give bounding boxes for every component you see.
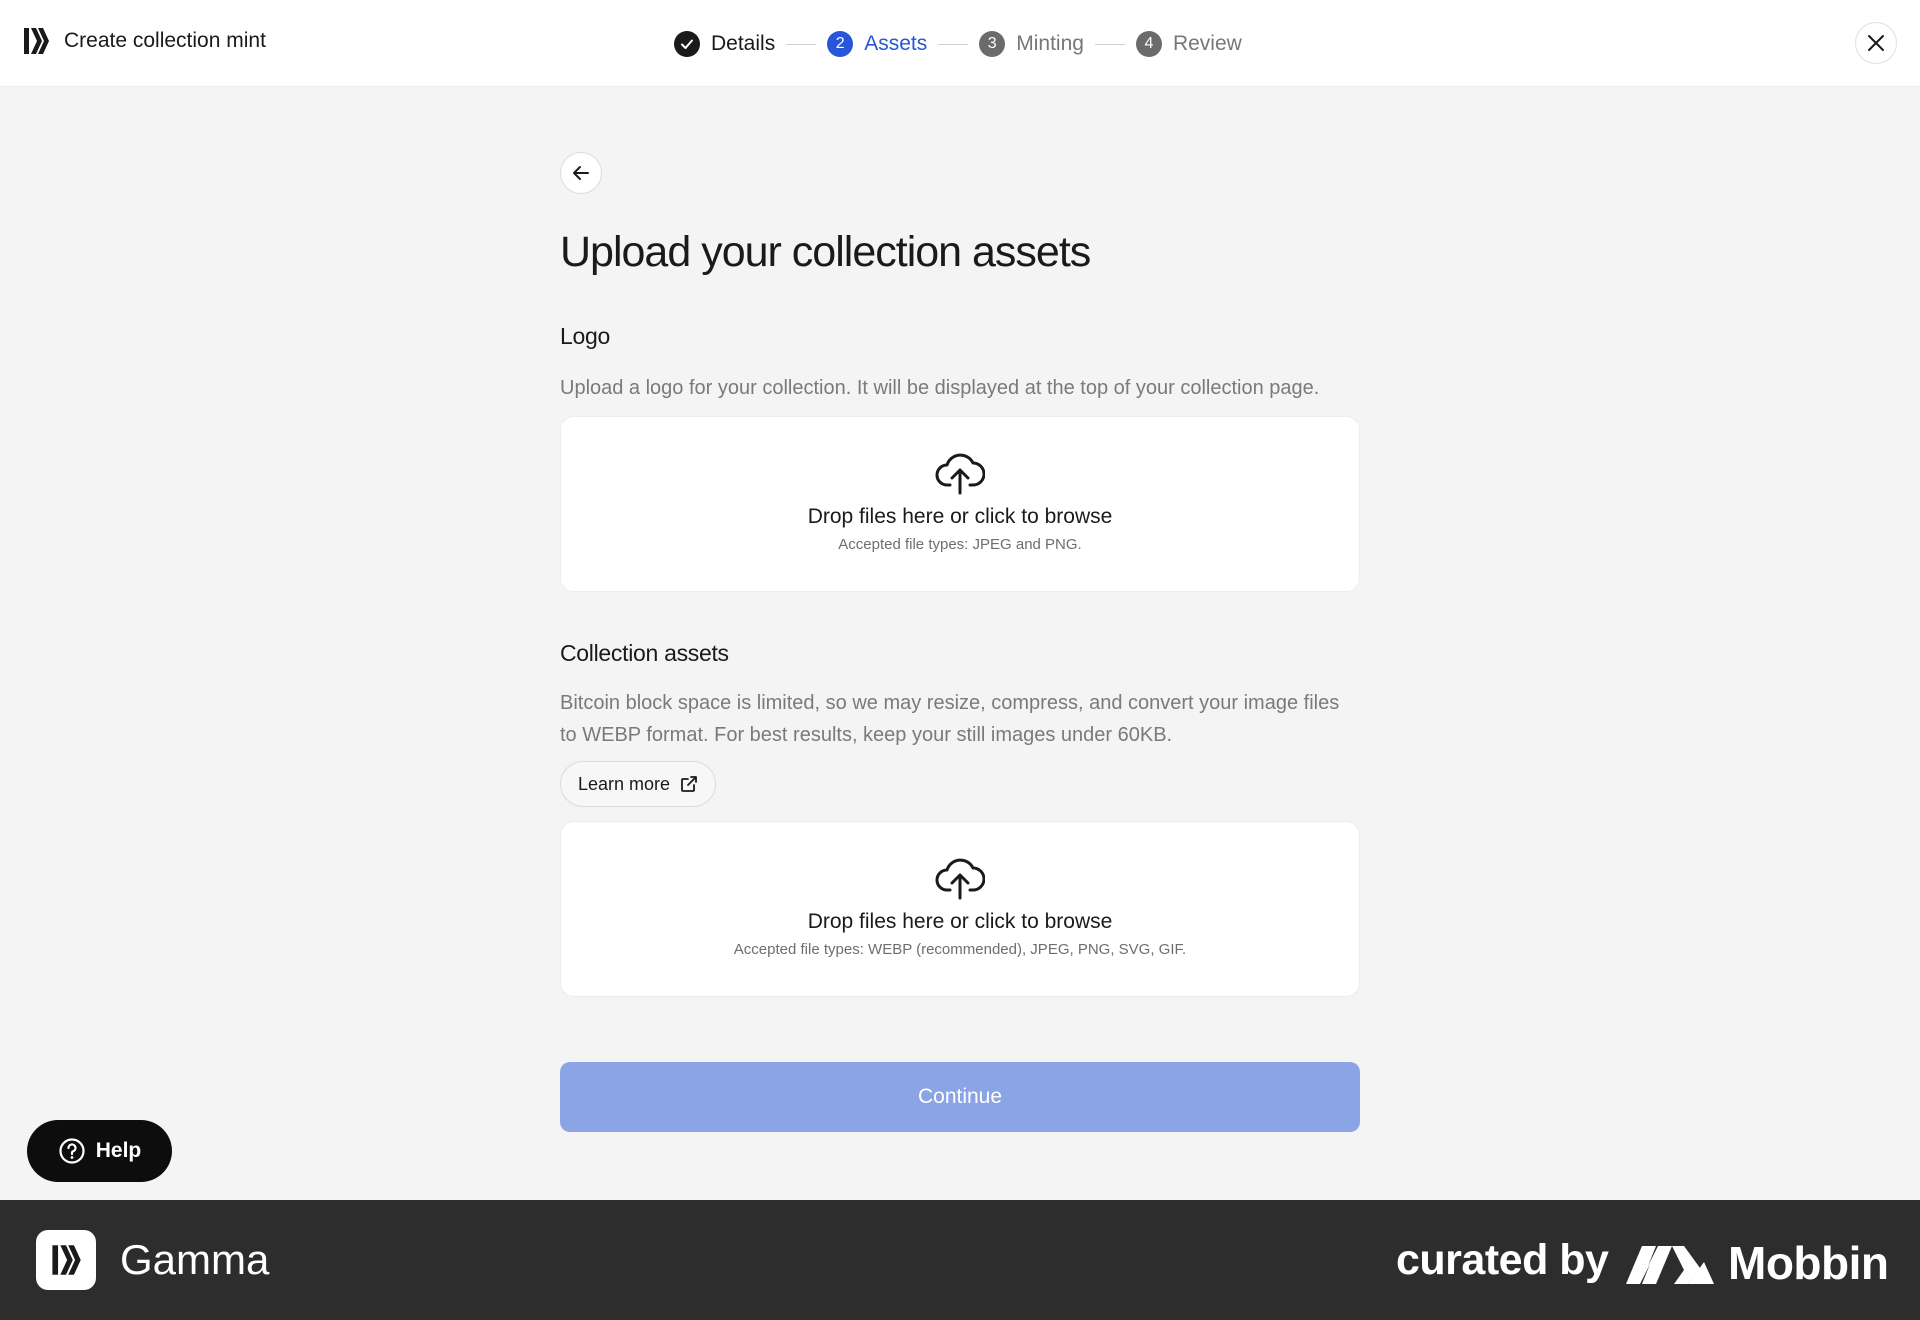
step-review[interactable]: 4 Review	[1135, 31, 1242, 57]
arrow-left-icon	[573, 166, 589, 180]
help-button[interactable]: Help	[27, 1120, 172, 1182]
step-number-minting: 3	[979, 31, 1006, 57]
learn-more-label: Learn more	[578, 773, 671, 794]
page-title-header: Create collection mint	[64, 29, 266, 52]
step-label-review: Review	[1172, 32, 1242, 55]
step-number-assets: 2	[827, 31, 854, 57]
continue-button[interactable]: Continue	[560, 1062, 1360, 1132]
external-link-icon	[681, 776, 697, 792]
close-button[interactable]	[1855, 22, 1897, 64]
assets-section-description: Bitcoin block space is limited, so we ma…	[560, 692, 1340, 746]
cloud-upload-icon	[935, 858, 985, 900]
gamma-app-icon	[36, 1230, 96, 1290]
step-divider	[938, 43, 969, 45]
footer-mobbin-name: Mobbin	[1728, 1237, 1889, 1289]
help-label: Help	[95, 1139, 142, 1162]
dropzone-label: Drop files here or click to browse	[807, 910, 1113, 933]
logo-section-title: Logo	[560, 323, 610, 349]
main-content: Upload your collection assets Logo Uploa…	[560, 152, 1360, 1132]
mobbin-logo-icon	[1626, 1246, 1714, 1284]
step-divider	[786, 43, 817, 45]
back-button[interactable]	[560, 152, 602, 194]
help-circle-icon	[59, 1138, 85, 1164]
footer-mobbin: Mobbin	[1626, 1236, 1889, 1290]
step-label-details: Details	[711, 32, 776, 55]
logo-dropzone[interactable]: Drop files here or click to browse Accep…	[560, 416, 1360, 592]
footer-curated-by: curated by	[1396, 1236, 1609, 1284]
step-details[interactable]: Details	[674, 31, 775, 57]
learn-more-button[interactable]: Learn more	[560, 761, 717, 807]
footer-app-name: Gamma	[120, 1236, 270, 1283]
check-icon	[674, 31, 700, 57]
step-minting[interactable]: 3 Minting	[979, 31, 1084, 57]
step-divider	[1094, 43, 1125, 45]
footer-app: Gamma	[36, 1230, 269, 1290]
logo-section-description: Upload a logo for your collection. It wi…	[560, 377, 1320, 399]
dropzone-label: Drop files here or click to browse	[807, 505, 1113, 528]
brand: Create collection mint	[22, 26, 266, 56]
step-label-assets: Assets	[864, 32, 928, 55]
stepper: Details 2 Assets 3 Minting 4 Review	[674, 29, 1242, 59]
step-number-review: 4	[1135, 31, 1162, 57]
assets-dropzone[interactable]: Drop files here or click to browse Accep…	[560, 821, 1360, 997]
dropzone-hint: Accepted file types: JPEG and PNG.	[838, 536, 1082, 553]
footer: Gamma curated by Mobbin	[0, 1200, 1920, 1320]
step-label-minting: Minting	[1016, 32, 1084, 55]
page-title: Upload your collection assets	[560, 228, 1091, 276]
close-icon	[1868, 35, 1884, 51]
gamma-logo-icon	[24, 28, 49, 54]
step-assets[interactable]: 2 Assets	[827, 31, 927, 57]
cloud-upload-icon	[935, 453, 985, 495]
assets-section-title: Collection assets	[560, 640, 729, 666]
top-bar: Create collection mint Details 2 Assets …	[0, 0, 1920, 87]
dropzone-hint: Accepted file types: WEBP (recommended),…	[733, 941, 1187, 958]
